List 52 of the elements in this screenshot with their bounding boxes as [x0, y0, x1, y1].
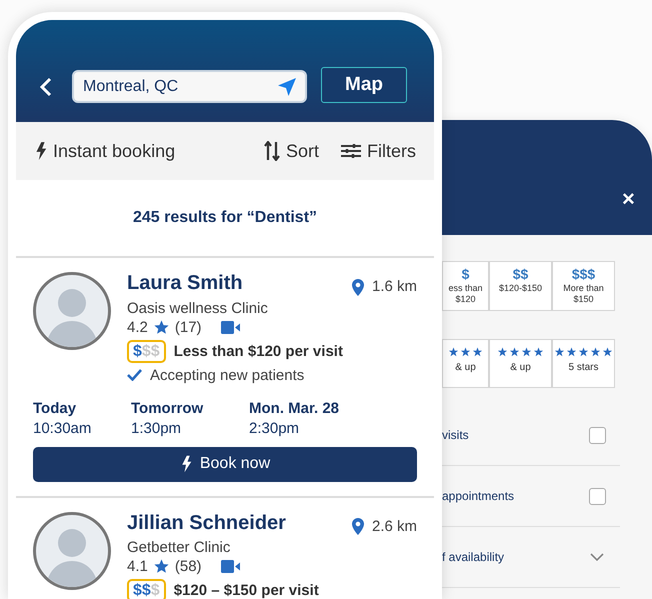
- back-icon: [40, 77, 52, 97]
- slot-day: Mon. Mar. 28: [249, 398, 379, 418]
- close-button[interactable]: ×: [622, 188, 635, 210]
- rating-option[interactable]: 5 stars: [552, 339, 615, 388]
- provider-name[interactable]: Laura Smith: [127, 272, 243, 294]
- price-tier: $$$: [127, 340, 166, 362]
- lightning-icon: [180, 454, 192, 474]
- book-now-button[interactable]: Book now: [33, 446, 417, 482]
- rating: 4.1: [127, 557, 148, 576]
- lightning-icon: [34, 140, 47, 162]
- checkbox[interactable]: [589, 488, 606, 504]
- distance: 2.6 km: [372, 516, 417, 536]
- price-option[interactable]: $ ess than $120: [442, 261, 489, 311]
- map-pin-icon: [352, 278, 364, 296]
- sort-button[interactable]: Sort: [264, 138, 319, 164]
- rating-option[interactable]: & up: [489, 339, 552, 388]
- clinic-name: Oasis wellness Clinic: [127, 298, 269, 318]
- sort-icon: [264, 141, 280, 161]
- review-count: (17): [174, 318, 202, 336]
- filter-label: appointments: [442, 488, 514, 505]
- slot-time[interactable]: 2:30pm: [249, 418, 379, 438]
- filter-label: visits: [442, 427, 469, 444]
- map-pin-icon: [352, 518, 364, 536]
- distance: 1.6 km: [372, 277, 417, 297]
- slot-time[interactable]: 1:30pm: [131, 418, 249, 438]
- review-count: (58): [174, 557, 202, 576]
- map-button[interactable]: Map: [321, 67, 407, 103]
- slot-day: Today: [33, 398, 131, 418]
- price-tier: $$$: [127, 579, 166, 599]
- price-option[interactable]: $$ $120-$150: [489, 261, 552, 311]
- instant-booking-button[interactable]: Instant booking: [34, 138, 176, 164]
- rating: 4.2: [127, 318, 148, 336]
- provider-name[interactable]: Jillian Schneider: [127, 512, 286, 534]
- filters-button[interactable]: Filters: [341, 138, 416, 164]
- slot-time[interactable]: 10:30am: [33, 418, 131, 438]
- price-range: $120 – $150 per visit: [174, 581, 319, 599]
- clinic-name: Getbetter Clinic: [127, 538, 232, 557]
- results-heading: 245 results for “Dentist”: [16, 180, 434, 258]
- rating-option[interactable]: & up: [442, 339, 489, 388]
- price-range: Less than $120 per visit: [174, 342, 343, 360]
- accepting-status: Accepting new patients: [150, 366, 304, 384]
- filter-label: f availability: [442, 549, 504, 566]
- checkbox[interactable]: [589, 426, 606, 444]
- sliders-icon: [341, 143, 361, 159]
- chevron-icon[interactable]: [590, 553, 604, 561]
- slot-day: Tomorrow: [131, 398, 249, 418]
- price-option[interactable]: $$$ More than $150: [552, 261, 615, 311]
- location-arrow-icon[interactable]: [277, 77, 297, 97]
- check-icon: [127, 369, 142, 381]
- star-icon: [152, 318, 170, 336]
- search-field[interactable]: Montreal, QC: [72, 70, 307, 103]
- star-icon: [152, 558, 170, 575]
